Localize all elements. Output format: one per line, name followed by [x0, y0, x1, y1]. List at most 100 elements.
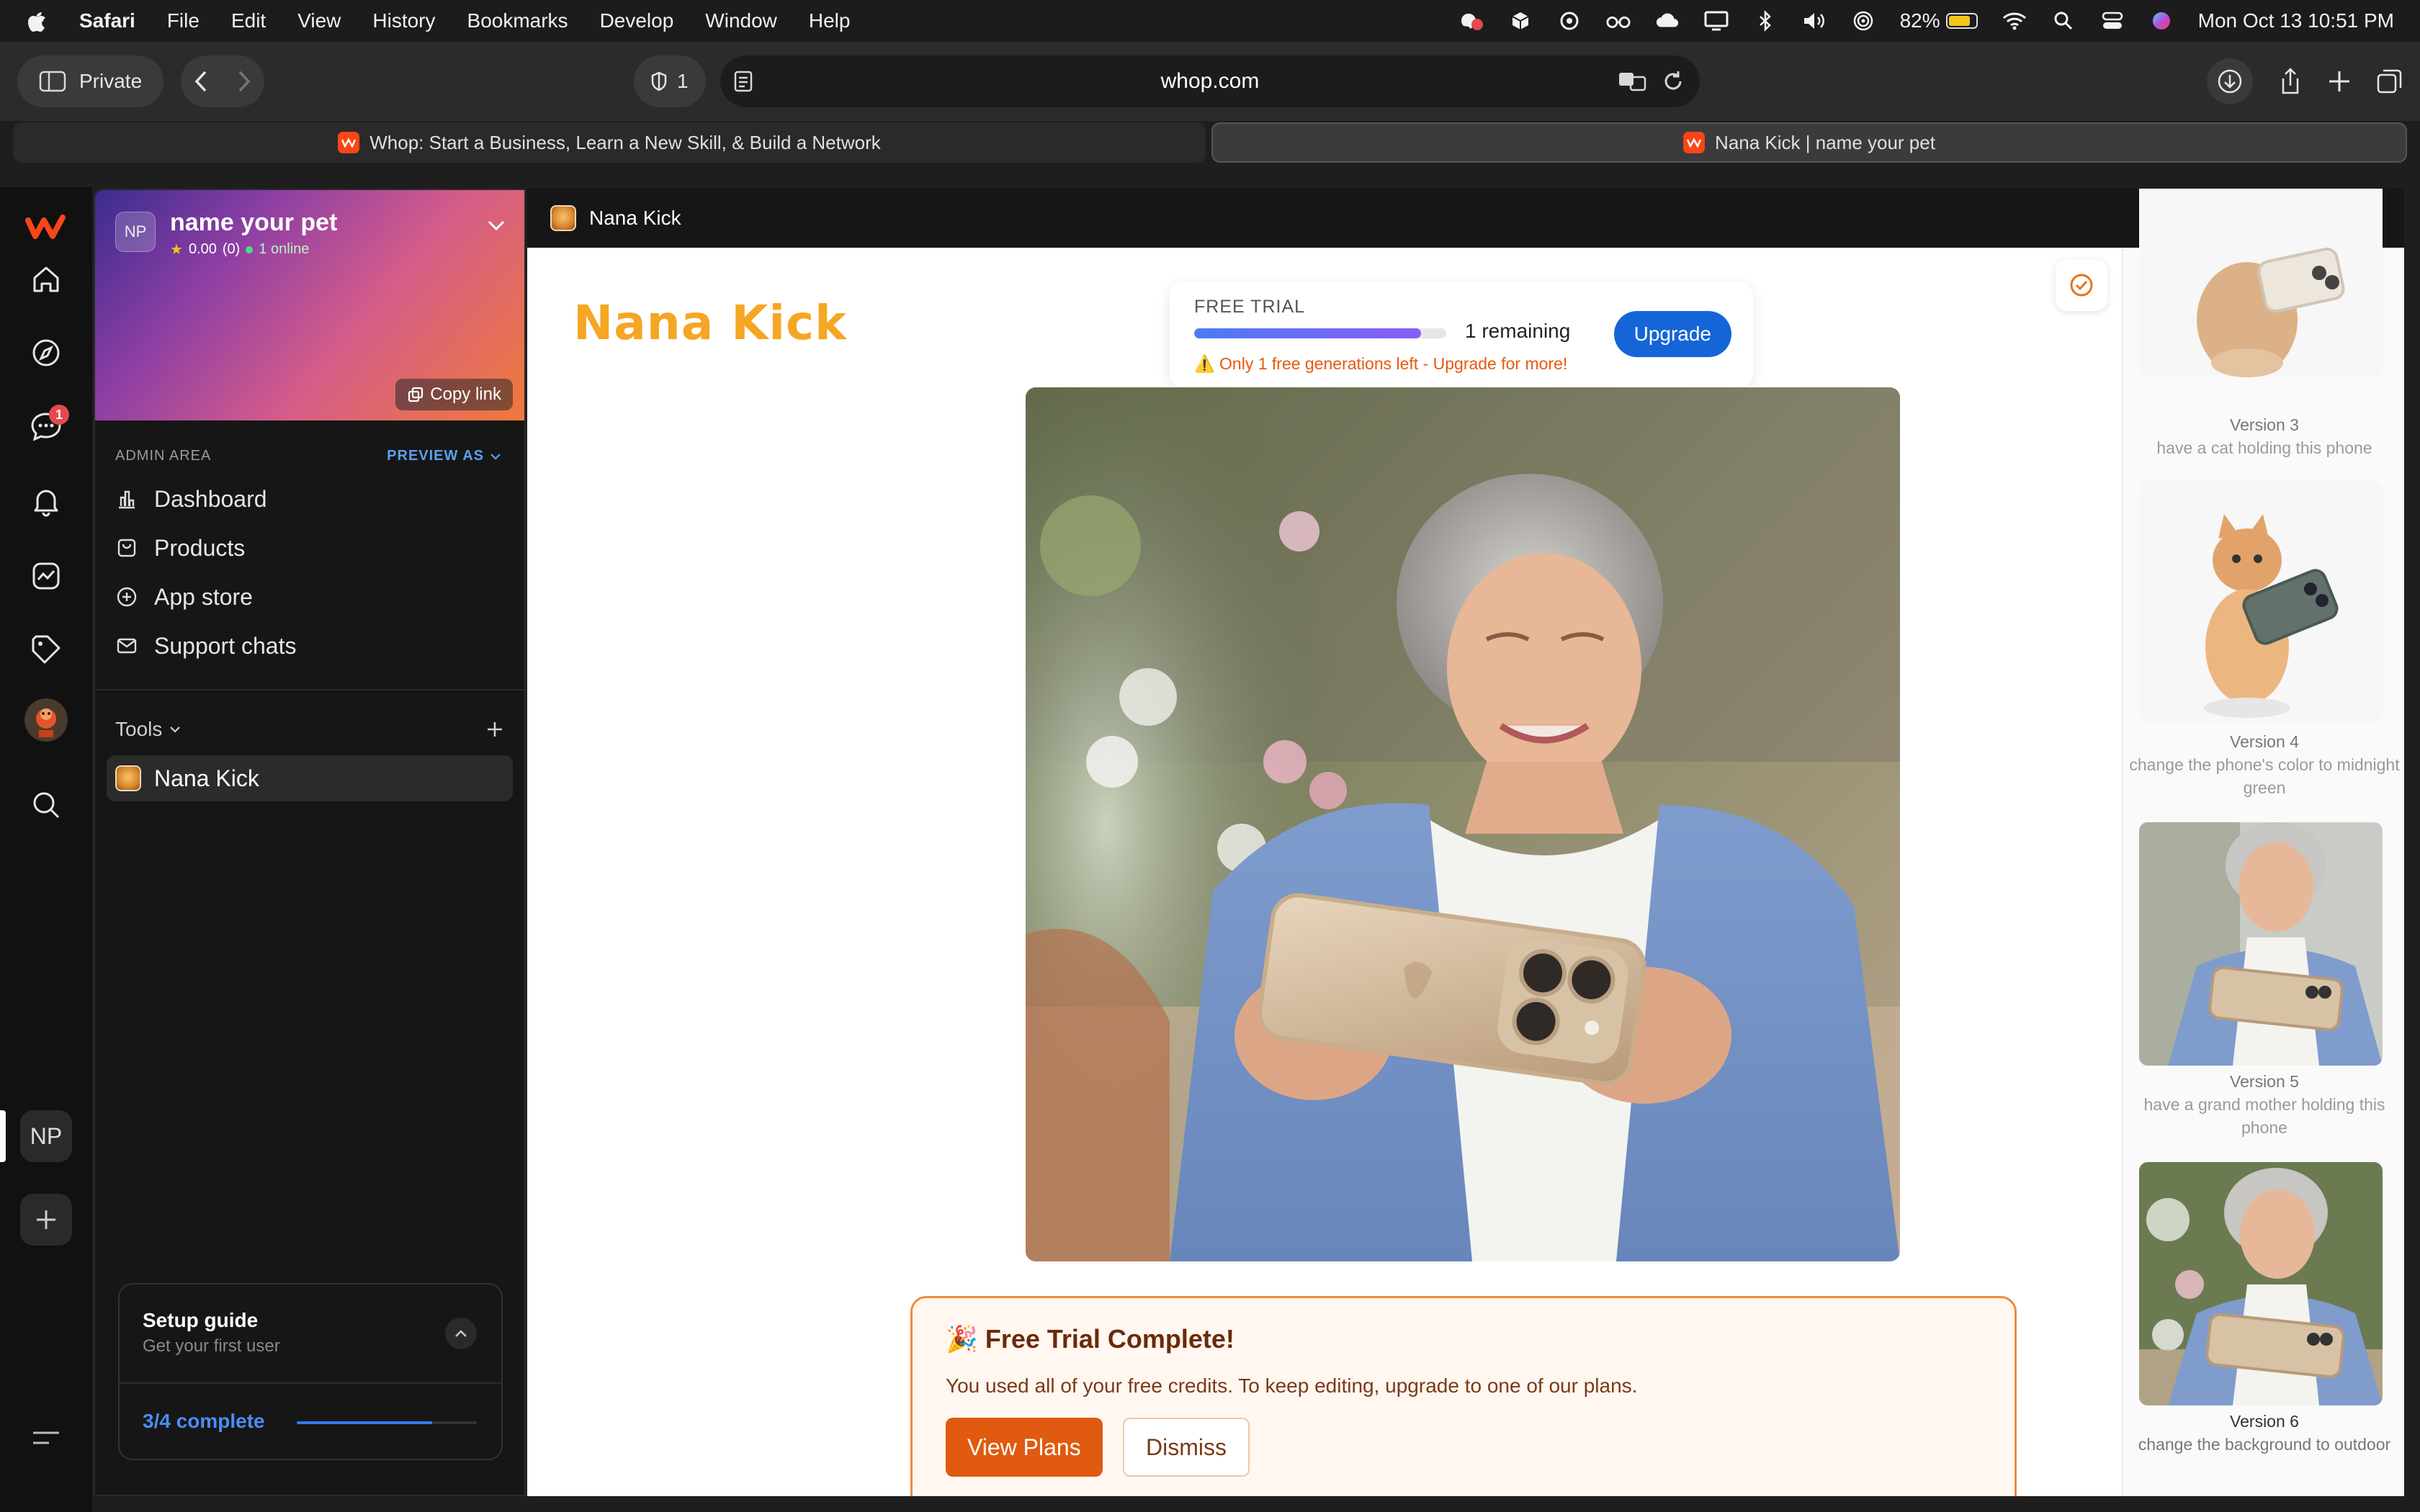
- siri-icon[interactable]: [2149, 10, 2174, 32]
- tab-overview-icon[interactable]: [2377, 68, 2403, 94]
- whop-logo-icon[interactable]: [20, 202, 72, 253]
- shield-icon: [651, 71, 667, 91]
- version-thumbnail[interactable]: [2139, 481, 2383, 724]
- sidebar-item-dashboard[interactable]: Dashboard: [95, 474, 524, 523]
- user-avatar-icon[interactable]: [20, 694, 72, 746]
- review-count: (0): [222, 241, 241, 257]
- privacy-report-button[interactable]: 1: [634, 55, 706, 107]
- version-thumbnail-active[interactable]: [2139, 1162, 2383, 1405]
- discover-icon[interactable]: [20, 327, 72, 379]
- notification-app-icon[interactable]: [1459, 10, 1484, 32]
- menu-edit[interactable]: Edit: [231, 9, 266, 32]
- whop-favicon-icon: [338, 132, 360, 153]
- clock[interactable]: Mon Oct 13 10:51 PM: [2198, 9, 2394, 32]
- tab-whop-home[interactable]: Whop: Start a Business, Learn a New Skil…: [13, 122, 1206, 163]
- home-icon[interactable]: [20, 253, 72, 305]
- control-center-icon[interactable]: [2100, 10, 2125, 32]
- private-label: Private: [79, 70, 143, 92]
- new-tab-icon[interactable]: [2328, 70, 2351, 93]
- menu-safari[interactable]: Safari: [79, 9, 135, 32]
- app-title: Nana Kick: [589, 207, 681, 229]
- navigation-buttons: [181, 55, 265, 107]
- view-plans-button[interactable]: View Plans: [946, 1418, 1103, 1477]
- cube-icon[interactable]: [1508, 10, 1533, 32]
- version-name: Version 3: [2230, 415, 2299, 434]
- generated-image[interactable]: [1026, 387, 1900, 1261]
- trial-complete-text: You used all of your free credits. To ke…: [946, 1374, 1638, 1397]
- translate-icon[interactable]: [1618, 70, 1646, 93]
- versions-panel: Version 3 have a cat holding this phone …: [2122, 189, 2404, 1496]
- menu-view[interactable]: View: [297, 9, 341, 32]
- battery-indicator[interactable]: 82%: [1900, 9, 1978, 32]
- version-label: Version 3 have a cat holding this phone: [2123, 413, 2404, 459]
- search-icon[interactable]: [20, 779, 72, 831]
- airdrop-icon[interactable]: [1851, 10, 1876, 32]
- version-thumbnail[interactable]: [2139, 822, 2383, 1066]
- reload-icon[interactable]: [1662, 70, 1684, 93]
- menu-window[interactable]: Window: [705, 9, 777, 32]
- admin-area-label: ADMIN AREA: [115, 448, 212, 464]
- copy-link-button[interactable]: Copy link: [395, 379, 513, 410]
- sidebar-toggle-button[interactable]: Private: [17, 55, 164, 107]
- openai-icon[interactable]: [1557, 10, 1582, 32]
- menu-icon[interactable]: [20, 1413, 72, 1464]
- address-bar[interactable]: whop.com: [720, 55, 1700, 107]
- wifi-icon[interactable]: [2002, 10, 2027, 32]
- online-count: 1 online: [259, 241, 310, 257]
- version-label: Version 6 change the background to outdo…: [2123, 1410, 2404, 1456]
- back-icon[interactable]: [194, 70, 208, 93]
- display-icon[interactable]: [1704, 10, 1729, 32]
- confirm-button[interactable]: [2056, 259, 2107, 311]
- page-menu-icon[interactable]: [733, 70, 755, 93]
- sidebar-item-nana-kick[interactable]: Nana Kick: [107, 755, 513, 801]
- community-np-button[interactable]: NP: [20, 1110, 72, 1162]
- analytics-icon[interactable]: [20, 550, 72, 602]
- setup-progress-bar: [297, 1421, 432, 1424]
- tab-nana-kick[interactable]: Nana Kick | name your pet: [1211, 122, 2407, 163]
- volume-icon[interactable]: [1802, 10, 1827, 32]
- menu-develop[interactable]: Develop: [600, 9, 674, 32]
- downloads-button[interactable]: [2207, 58, 2253, 104]
- chat-icon[interactable]: 1: [20, 400, 72, 452]
- version-thumbnail[interactable]: [2139, 189, 2383, 377]
- tools-toggle[interactable]: Tools: [115, 718, 181, 741]
- add-community-icon[interactable]: [20, 1194, 72, 1246]
- sidebar-item-label: App store: [154, 583, 253, 610]
- browser-toolbar: Private 1 whop.com: [0, 42, 2420, 121]
- upgrade-button[interactable]: Upgrade: [1613, 311, 1731, 357]
- cloud-sync-icon[interactable]: [1655, 10, 1680, 32]
- menu-bookmarks[interactable]: Bookmarks: [467, 9, 568, 32]
- preview-as-button[interactable]: PREVIEW AS: [387, 448, 501, 464]
- apple-icon[interactable]: [26, 9, 48, 33]
- community-avatar: NP: [115, 212, 156, 252]
- online-dot-icon: [246, 246, 254, 253]
- tools-section-header: Tools: [95, 709, 524, 750]
- community-name[interactable]: name your pet: [170, 209, 337, 237]
- sidebar-item-app-store[interactable]: App store: [95, 572, 524, 621]
- sidebar-item-support-chats[interactable]: Support chats: [95, 621, 524, 670]
- rating: 0.00: [188, 241, 217, 257]
- setup-guide-title: Setup guide: [143, 1309, 259, 1331]
- menu-file[interactable]: File: [167, 9, 200, 32]
- brand-title: Nana Kick: [573, 295, 848, 351]
- collapse-setup-button[interactable]: [445, 1318, 477, 1349]
- trial-complete-title: 🎉 Free Trial Complete!: [946, 1324, 1234, 1354]
- forward-icon[interactable]: [237, 70, 251, 93]
- menu-history[interactable]: History: [372, 9, 435, 32]
- setup-guide-card[interactable]: Setup guide Get your first user 3/4 comp…: [118, 1283, 503, 1460]
- tag-icon[interactable]: [20, 624, 72, 675]
- spotlight-icon[interactable]: [2051, 10, 2076, 32]
- share-icon[interactable]: [2279, 67, 2302, 96]
- sidebar-item-products[interactable]: Products: [95, 523, 524, 572]
- notifications-icon[interactable]: [20, 475, 72, 527]
- plus-circle-icon: [117, 587, 137, 607]
- bluetooth-icon[interactable]: [1753, 10, 1778, 32]
- glasses-icon[interactable]: [1606, 10, 1631, 32]
- sidebar-item-label: Support chats: [154, 632, 297, 659]
- community-meta: ★ 0.00 (0) 1 online: [170, 240, 309, 258]
- dismiss-button[interactable]: Dismiss: [1123, 1418, 1250, 1477]
- add-tool-icon[interactable]: [485, 720, 504, 739]
- chevron-down-icon[interactable]: [487, 219, 506, 232]
- menu-help[interactable]: Help: [809, 9, 851, 32]
- mail-icon: [117, 638, 137, 654]
